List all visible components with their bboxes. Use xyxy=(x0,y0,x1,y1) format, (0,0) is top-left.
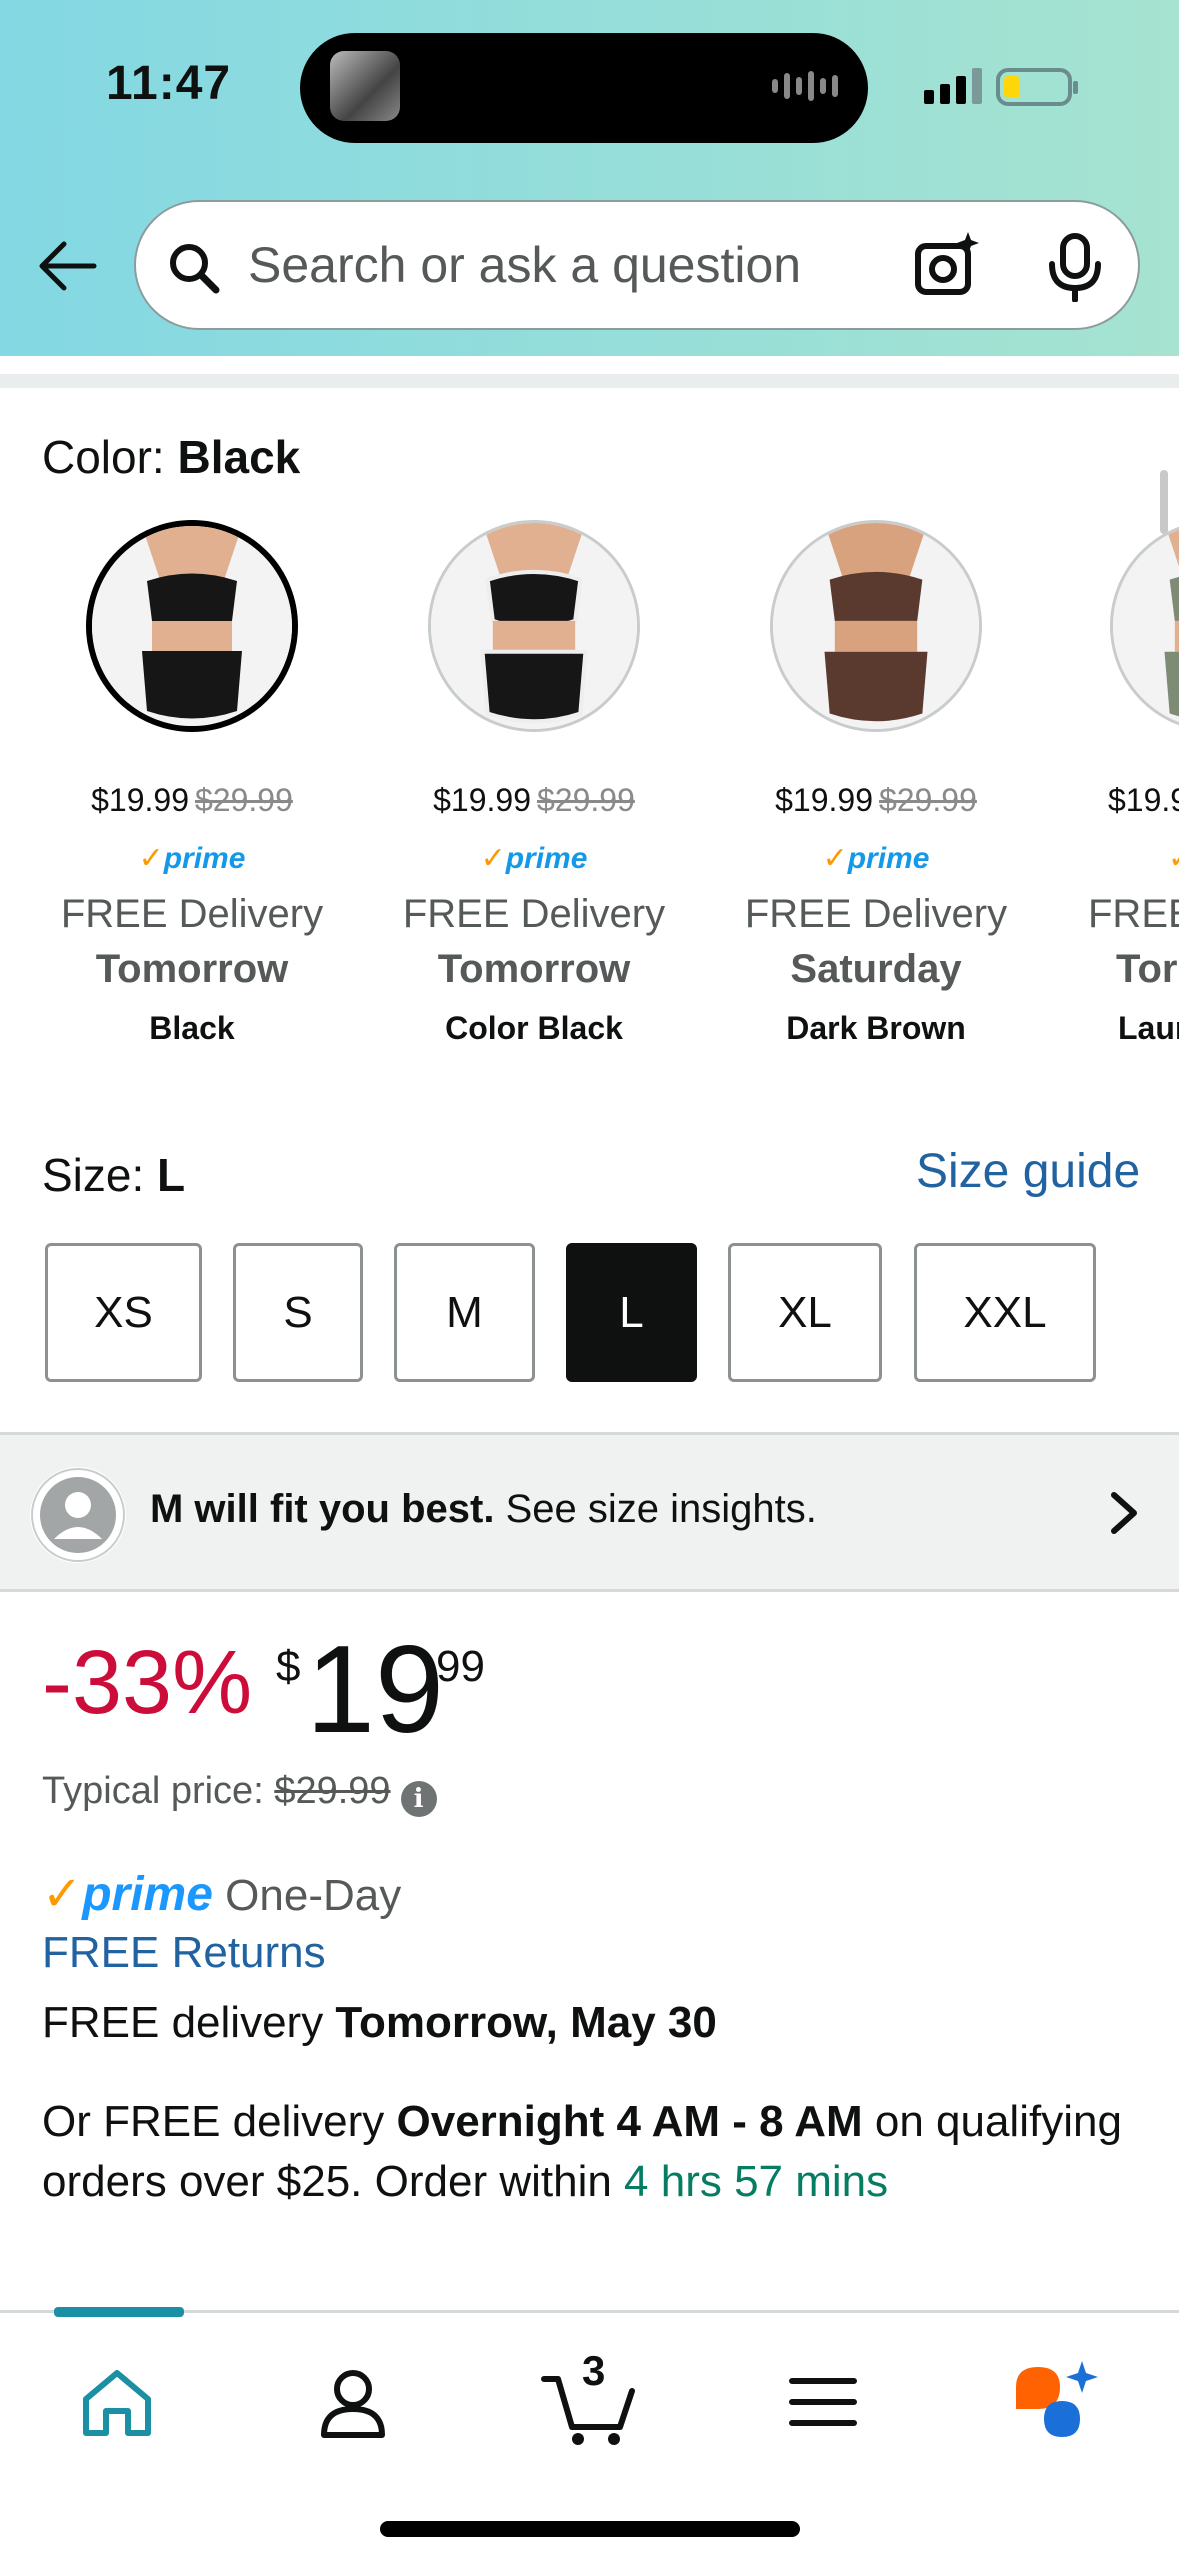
color-variant-color-black[interactable]: $19.99 $29.99 ✓prime FREE Delivery Tomorr… xyxy=(384,520,684,1047)
variant-name: Color Black xyxy=(445,1010,623,1046)
dynamic-island[interactable] xyxy=(300,33,868,143)
header: 11:47 xyxy=(0,0,1179,356)
cart-button[interactable]: 3 xyxy=(540,2347,640,2447)
size-option-m[interactable]: M xyxy=(394,1243,535,1382)
search-input[interactable] xyxy=(248,202,888,328)
audio-waveform-icon xyxy=(772,71,838,101)
prime-badge: ✓prime xyxy=(138,842,246,875)
size-option-l[interactable]: L xyxy=(566,1243,697,1382)
search-icon xyxy=(170,244,220,294)
variant-price: $19.99 $29.99 xyxy=(775,782,977,818)
avatar-icon xyxy=(30,1467,126,1563)
color-label: Color: Black xyxy=(42,431,301,483)
prime-badge: ✓prime xyxy=(822,842,930,875)
variant-image xyxy=(1110,520,1179,732)
variant-name: Dark Brown xyxy=(786,1010,966,1046)
selected-color: Black xyxy=(177,431,301,483)
size-option-xxl[interactable]: XXL xyxy=(914,1243,1096,1382)
section-divider xyxy=(0,374,1179,388)
variant-delivery-day: Saturday xyxy=(790,947,962,991)
size-guide-link[interactable]: Size guide xyxy=(916,1144,1140,1199)
typical-price: Typical price: $29.99 i xyxy=(42,1770,437,1817)
cellular-signal-icon xyxy=(924,68,982,104)
size-option-xl[interactable]: XL xyxy=(728,1243,882,1382)
prime-delivery-line: ✓prime One-Day xyxy=(42,1868,402,1921)
microphone-icon[interactable] xyxy=(1042,232,1108,302)
variant-delivery-day: Tor xyxy=(1116,947,1178,991)
status-time: 11:47 xyxy=(106,57,232,110)
size-option-xs[interactable]: XS xyxy=(45,1243,202,1382)
free-returns-link[interactable]: FREE Returns xyxy=(42,1928,326,1978)
menu-icon[interactable] xyxy=(778,2357,868,2447)
battery-icon xyxy=(996,68,1078,106)
variant-delivery: FREE Delivery xyxy=(60,892,324,936)
info-icon[interactable]: i xyxy=(400,1781,437,1817)
size-label: Size: L xyxy=(42,1149,186,1201)
variant-delivery: FREE Delivery xyxy=(402,892,666,936)
variant-delivery-day: Tomorrow xyxy=(437,947,631,991)
color-variant-partial[interactable]: $19.9 ✓ FREE Tor Laur xyxy=(1068,520,1179,1047)
variant-delivery: FREE Delivery xyxy=(744,892,1008,936)
now-playing-artwork xyxy=(330,51,400,121)
bottom-navigation: 3 xyxy=(0,2307,1179,2556)
home-icon[interactable] xyxy=(72,2357,162,2447)
active-tab-indicator xyxy=(54,2307,184,2317)
selected-size: L xyxy=(157,1149,186,1201)
search-bar[interactable] xyxy=(134,200,1140,330)
color-variant-black[interactable]: $19.99 $29.99 ✓prime FREE Delivery Tomorr… xyxy=(42,520,342,1047)
discount-percent: -33% xyxy=(42,1633,253,1733)
variant-delivery: FREE xyxy=(1088,892,1179,936)
variant-price: $19.9 xyxy=(1108,782,1179,818)
variant-image xyxy=(86,520,298,732)
order-countdown: 4 hrs 57 mins xyxy=(624,2157,889,2206)
variant-name: Black xyxy=(149,1010,235,1046)
fit-message: M will fit you best. See size insights. xyxy=(150,1487,817,1531)
overnight-delivery-info: Or FREE delivery Overnight 4 AM - 8 AM o… xyxy=(42,2097,1122,2206)
variant-image xyxy=(770,520,982,732)
prime-badge: ✓prime xyxy=(480,842,588,875)
variant-price: $19.99 $29.99 xyxy=(433,782,635,818)
cart-count-badge: 3 xyxy=(582,2347,606,2394)
variant-name: Laur xyxy=(1118,1010,1179,1046)
rufus-assistant-icon[interactable] xyxy=(1010,2357,1110,2447)
fit-recommendation-banner[interactable]: M will fit you best. See size insights. xyxy=(0,1432,1179,1592)
chevron-right-icon xyxy=(1111,1492,1137,1534)
prime-logo: ✓prime xyxy=(42,1868,213,1921)
home-indicator[interactable] xyxy=(380,2521,800,2537)
color-variant-dark-brown[interactable]: $19.99 $29.99 ✓prime FREE Delivery Saturd… xyxy=(726,520,1026,1047)
variant-delivery-day: Tomorrow xyxy=(95,947,289,991)
prime-badge: ✓ xyxy=(1068,841,1179,876)
size-option-s[interactable]: S xyxy=(233,1243,363,1382)
free-delivery-info: FREE delivery Tomorrow, May 30 xyxy=(42,1998,717,2047)
variant-image xyxy=(428,520,640,732)
camera-search-icon[interactable] xyxy=(912,230,982,300)
variant-price: $19.99 $29.99 xyxy=(91,782,293,818)
account-icon[interactable] xyxy=(308,2357,398,2447)
back-arrow-icon[interactable] xyxy=(34,236,98,296)
